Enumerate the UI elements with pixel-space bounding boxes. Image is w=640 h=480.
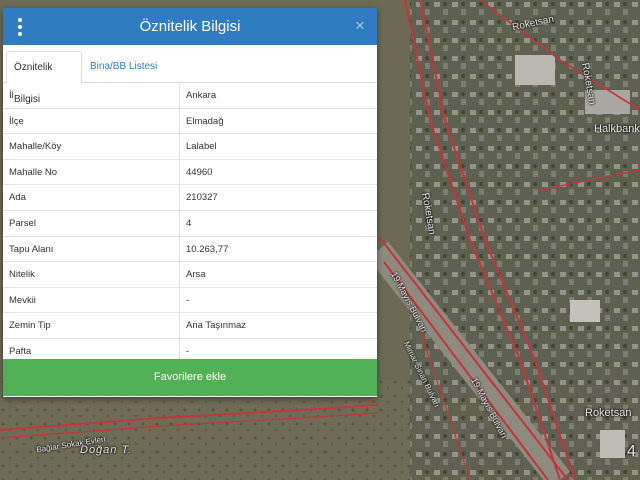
attribute-key: Mahalle/Köy <box>9 141 62 153</box>
attribute-key: Ada <box>9 192 26 204</box>
map-label-dogan: Doğan T. <box>80 444 133 456</box>
tab-building-list[interactable]: Bina/BB Listesi <box>83 51 164 83</box>
attribute-key: Zemin Tip <box>9 320 51 332</box>
map-building <box>600 430 625 458</box>
table-row: Tapu Alanı 10.263,77 <box>3 236 377 263</box>
attribute-key: İl <box>9 90 14 101</box>
attribute-value: 10.263,77 <box>186 243 229 255</box>
table-row: İl Ankara <box>3 83 377 109</box>
attribute-value: 44960 <box>186 166 213 178</box>
attribute-value: 210327 <box>186 192 218 204</box>
attribute-key: Parsel <box>9 217 36 229</box>
table-row: Nitelik Arsa <box>3 262 377 288</box>
map-label-halkbank: Halkbank <box>594 123 640 135</box>
attribute-value: 4 <box>186 217 192 229</box>
close-icon[interactable]: × <box>349 15 371 37</box>
attribute-key: İlçe <box>9 115 24 127</box>
table-row: Parsel 4 <box>3 210 377 237</box>
table-row: İlçe Elmadağ <box>3 108 377 135</box>
attribute-table: İl Ankara İlçe Elmadağ Mahalle/Köy Lalabel … <box>3 83 377 365</box>
table-row: Mahalle No 44960 <box>3 159 377 186</box>
table-row: Zemin Tip Ana Taşınmaz <box>3 313 377 339</box>
attribute-value: Arsa <box>186 269 206 281</box>
panel-header: Öznitelik Bilgisi × <box>3 8 377 45</box>
attribute-key: Mevkii <box>9 294 36 306</box>
attribute-value: Lalabel <box>186 141 217 153</box>
attribute-value: - <box>186 294 190 306</box>
attribute-key: Mahalle No <box>9 166 58 178</box>
map-label-roketsan-bottom: Roketsan <box>585 407 632 419</box>
panel-title: Öznitelik Bilgisi <box>139 18 241 35</box>
attribute-key: Nitelik <box>9 269 35 281</box>
map-building <box>515 55 555 85</box>
panel-tabs: Öznitelik Bilgisi Bina/BB Listesi <box>3 45 377 105</box>
add-to-favorites-button[interactable]: Favorilere ekle <box>3 359 377 396</box>
table-row: Mevkii - <box>3 287 377 314</box>
map-label-corner: 4 <box>627 443 636 460</box>
attribute-info-panel: Öznitelik Bilgisi × Öznitelik Bilgisi Bi… <box>3 8 377 397</box>
tab-attribute-info[interactable]: Öznitelik Bilgisi <box>6 51 82 105</box>
table-row: Ada 210327 <box>3 185 377 211</box>
attribute-value: Ankara <box>186 90 217 101</box>
map-building <box>570 300 600 322</box>
attribute-key: Tapu Alanı <box>9 243 54 255</box>
table-row: Mahalle/Köy Lalabel <box>3 134 377 160</box>
attribute-value: Ana Taşınmaz <box>186 320 247 332</box>
attribute-value: Elmadağ <box>186 115 224 127</box>
